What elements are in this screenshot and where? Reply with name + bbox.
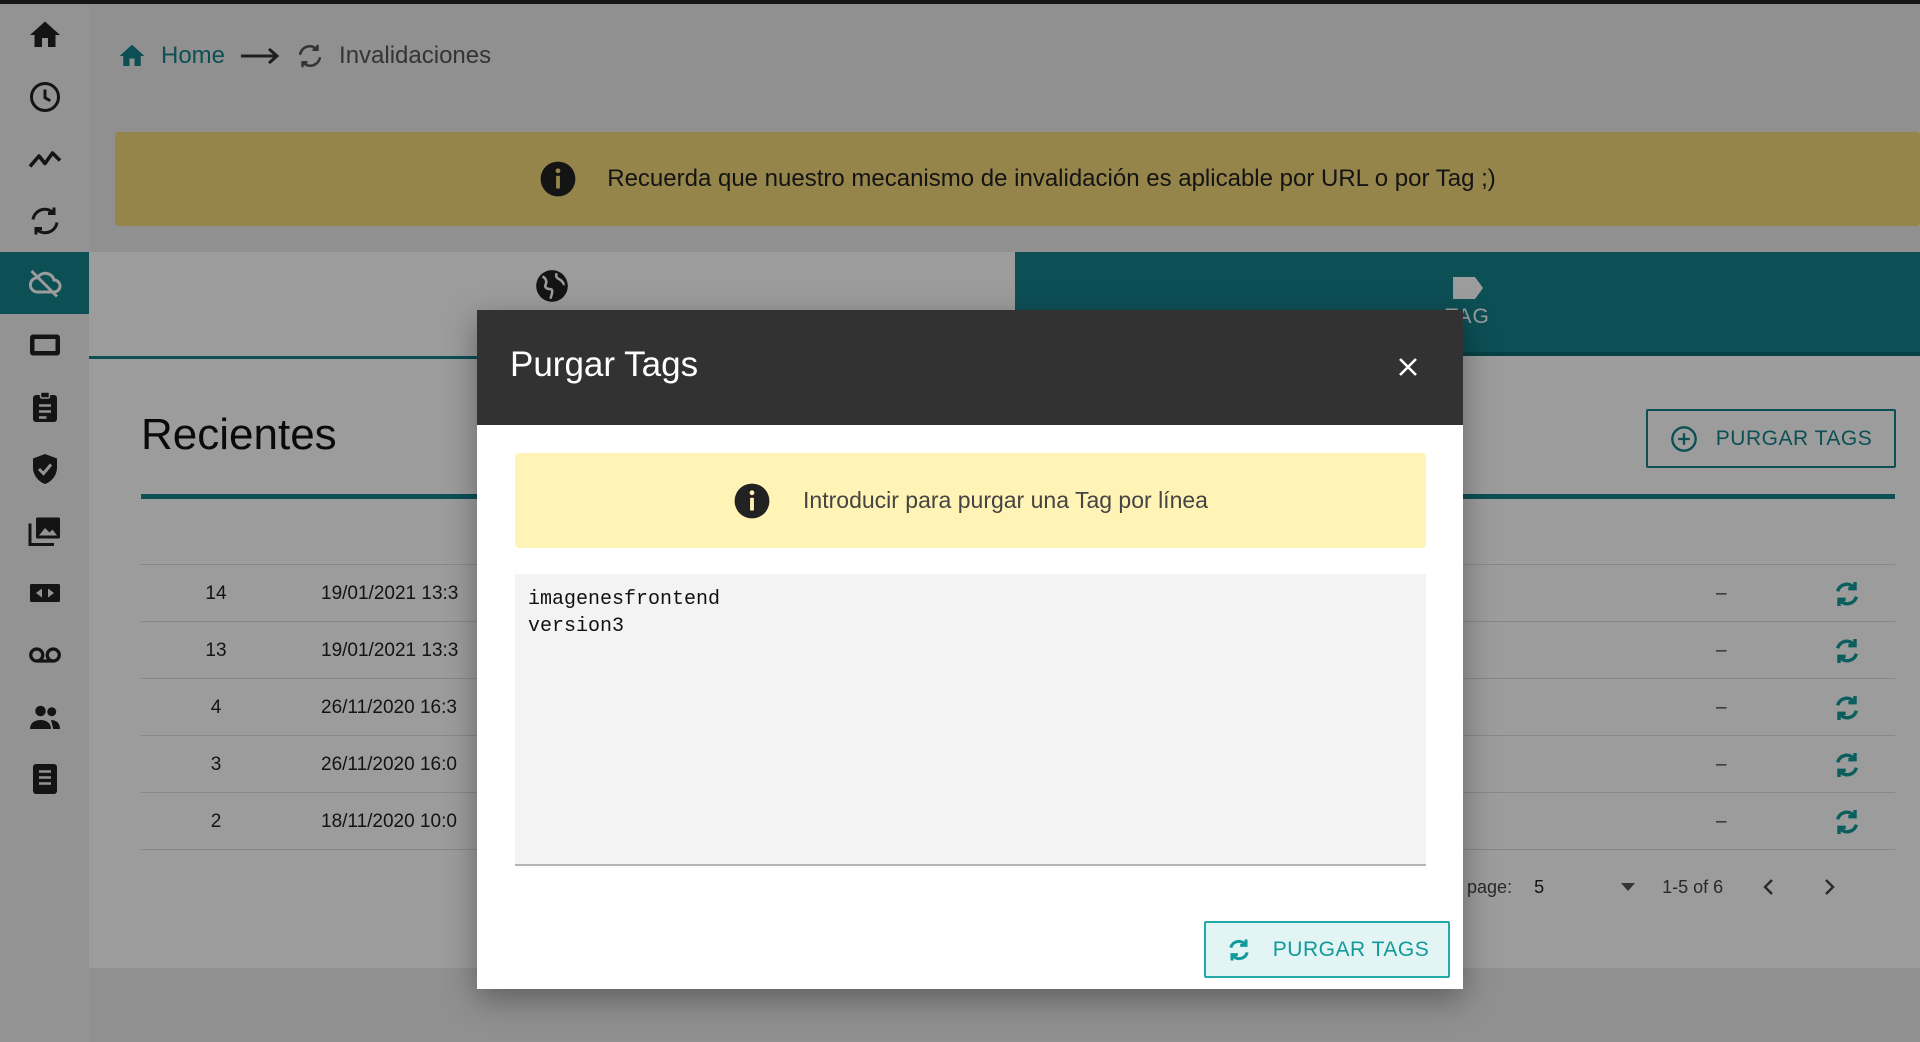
close-button[interactable]	[1391, 350, 1425, 384]
info-icon	[734, 483, 770, 518]
submit-purge-tags-label: PURGAR TAGS	[1272, 937, 1430, 961]
close-icon	[1399, 358, 1417, 376]
dialog-info-box: Introducir para purgar una Tag por línea	[515, 453, 1426, 548]
submit-purge-tags-button[interactable]: PURGAR TAGS	[1204, 921, 1450, 978]
dialog-title: Purgar Tags	[510, 345, 699, 384]
purge-tags-dialog: Purgar Tags Introducir para purgar una T…	[477, 310, 1463, 989]
dialog-info-text: Introducir para purgar una Tag por línea	[803, 487, 1208, 513]
refresh-icon	[1229, 939, 1249, 960]
dialog-header: Purgar Tags	[477, 310, 1463, 425]
tags-textarea[interactable]: imagenesfrontend version3	[515, 574, 1426, 866]
